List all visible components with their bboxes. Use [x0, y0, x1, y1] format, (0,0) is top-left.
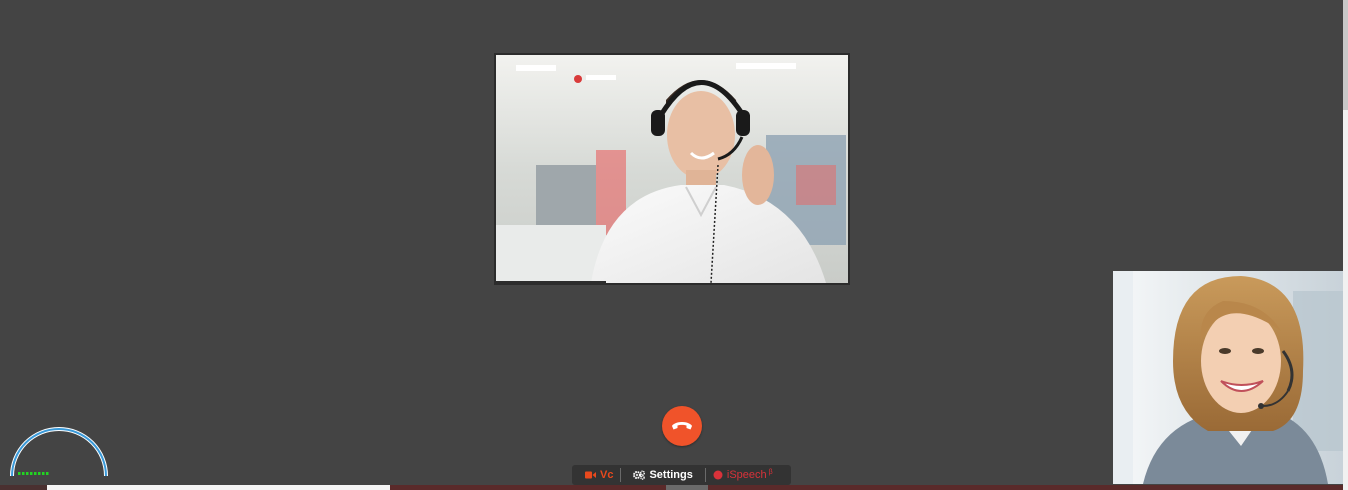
ispeech-label: iSpeech: [726, 469, 767, 481]
remote-participant-image: [496, 55, 848, 283]
page-scrollbar[interactable]: [1343, 0, 1348, 490]
bottom-strip-white-segment: [47, 485, 390, 490]
video-camera-icon: [585, 471, 596, 479]
audio-level-segment: [30, 472, 33, 475]
video-toggle-button[interactable]: Vc: [572, 465, 620, 485]
local-participant-image: [1113, 271, 1343, 484]
phone-hangup-icon: [672, 422, 692, 430]
bottom-strip-dark-segment: [390, 485, 1343, 490]
video-call-stage: Vc Settings iSpeech β: [0, 0, 1348, 490]
audio-level-indicator: [18, 472, 49, 475]
audio-level-gauge: [8, 424, 110, 478]
audio-level-segment: [18, 472, 21, 475]
settings-label: Settings: [649, 469, 693, 481]
call-toolbar: Vc Settings iSpeech β: [572, 465, 791, 485]
remote-video: [494, 53, 850, 285]
settings-button[interactable]: Settings: [621, 465, 704, 485]
audio-level-segment: [38, 472, 41, 475]
video-toggle-label: Vc: [600, 469, 614, 481]
audio-level-segment: [42, 472, 45, 475]
record-dot-icon: [713, 470, 723, 480]
gears-icon: [633, 470, 646, 480]
hangup-button[interactable]: [662, 406, 702, 446]
beta-badge: β: [768, 468, 773, 476]
scrollbar-thumb[interactable]: [1343, 0, 1348, 110]
ispeech-button[interactable]: iSpeech β: [706, 465, 780, 485]
local-video-preview: [1113, 271, 1343, 484]
audio-level-segment: [46, 472, 49, 475]
audio-meter-arc-icon: [10, 427, 108, 477]
audio-level-segment: [34, 472, 37, 475]
audio-level-segment: [26, 472, 29, 475]
bottom-strip: [0, 485, 1343, 490]
bottom-strip-gray-segment: [666, 485, 708, 490]
audio-level-segment: [22, 472, 25, 475]
